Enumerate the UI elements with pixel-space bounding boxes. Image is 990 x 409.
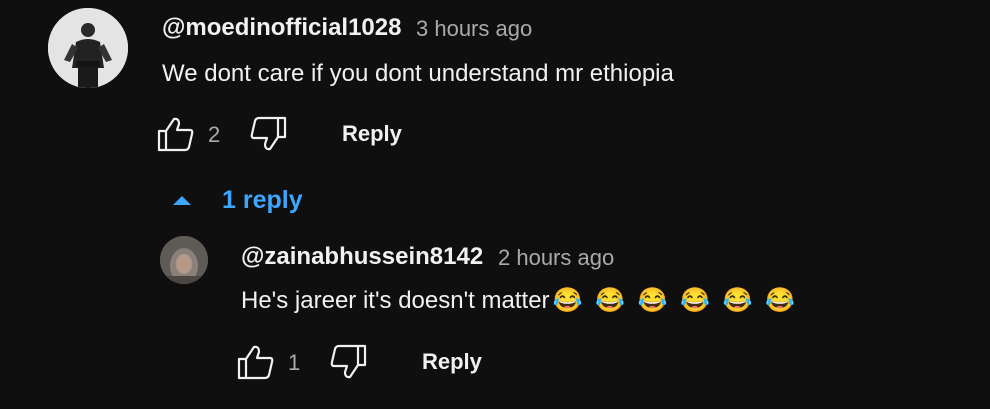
reply-text: He's jareer it's doesn't matter <box>241 287 550 314</box>
reply-author[interactable]: @zainabhussein8142 <box>241 243 483 271</box>
emoji-tears-of-joy: 😂 <box>637 287 668 314</box>
emoji-tears-of-joy: 😂 <box>552 287 583 314</box>
reply-timestamp[interactable]: 2 hours ago <box>498 245 614 271</box>
emoji-tears-of-joy: 😂 <box>595 287 625 314</box>
comment-timestamp[interactable]: 3 hours ago <box>416 16 532 42</box>
emoji-tears-of-joy: 😂 <box>680 287 711 314</box>
replies-toggle-label: 1 reply <box>222 185 303 214</box>
reply-like-count: 1 <box>288 350 301 375</box>
avatar-image <box>48 8 128 88</box>
comment-thread: @moedinofficial1028 3 hours ago We dont … <box>0 0 990 409</box>
avatar[interactable] <box>48 8 128 88</box>
reply-text-row: He's jareer it's doesn't matter 😂 😂 😂 😂 😂… <box>241 286 795 315</box>
reply-avatar[interactable] <box>160 236 208 284</box>
reply-like-icon[interactable] <box>237 344 275 380</box>
reply-button[interactable]: Reply <box>342 121 402 147</box>
emoji-tears-of-joy: 😂 <box>722 287 753 314</box>
dislike-icon[interactable] <box>249 116 287 152</box>
like-count: 2 <box>208 122 221 147</box>
emoji-tears-of-joy: 😂 <box>765 287 796 314</box>
caret-up-icon <box>173 196 191 205</box>
like-icon[interactable] <box>157 116 195 152</box>
reply-reply-button[interactable]: Reply <box>422 349 482 375</box>
comment-author[interactable]: @moedinofficial1028 <box>162 14 401 42</box>
comment-text: We dont care if you dont understand mr e… <box>162 60 674 87</box>
reply-avatar-image <box>160 236 208 284</box>
replies-toggle[interactable]: 1 reply <box>170 184 303 216</box>
reply-dislike-icon[interactable] <box>329 344 367 380</box>
